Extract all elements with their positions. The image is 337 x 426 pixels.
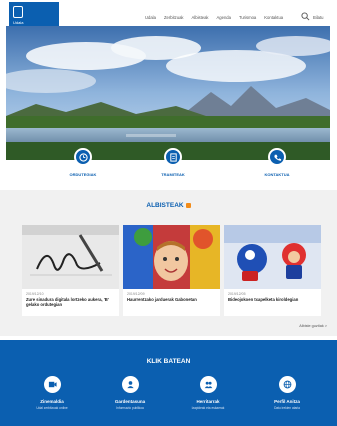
click-item-3[interactable]: Herritarrak Izapideak eta eskaerak [168, 376, 248, 410]
click-item-subtitle: Informazio publikoa [116, 406, 144, 410]
click-item-title: Perfil Anitza [274, 399, 300, 404]
news-title: ALBISTEAK [146, 202, 184, 209]
news-image-child [123, 225, 220, 289]
document-icon [164, 148, 182, 166]
click-item-subtitle: Datu irekien ataria [274, 406, 300, 410]
nav-item-zerbitzuak[interactable]: Zerbitzuak [164, 15, 184, 20]
nav-item-kontaktua[interactable]: Kontaktua [264, 15, 283, 20]
news-headline[interactable]: Haurrentzako jarduerak Gabonetan [123, 297, 220, 302]
click-item-title: Herritarrak [196, 399, 220, 404]
quick-link-ordutegiak[interactable]: Ordutegiak [48, 148, 118, 177]
all-news-link[interactable]: Albiste guztiak > [299, 324, 327, 328]
user-icon [121, 376, 139, 393]
nav-item-turismoa[interactable]: Turismoa [239, 15, 256, 20]
quick-link-label: Tramiteak [161, 172, 185, 177]
quick-links: Ordutegiak Tramiteak Kontaktua [0, 148, 337, 184]
news-card[interactable]: 2019/12/09 Haurrentzako jarduerak Gabone… [123, 225, 220, 316]
news-heading: ALBISTEAK [0, 202, 337, 209]
quick-link-label: Kontaktua [264, 172, 290, 177]
nav-item-udala[interactable]: Udala [145, 15, 156, 20]
quick-link-label: Ordutegiak [69, 172, 97, 177]
news-image-signature [22, 225, 119, 289]
search-icon[interactable] [301, 12, 310, 21]
news-date: 2019/12/09 [127, 292, 145, 296]
click-item-subtitle: Izapideak eta eskaerak [191, 406, 225, 410]
people-icon [199, 376, 217, 393]
click-item-title: Gardentasuna [114, 399, 146, 404]
film-icon [43, 376, 61, 393]
news-card[interactable]: 2019/12/10 Zure sinadura digitala lortze… [22, 225, 119, 316]
click-item-2[interactable]: Gardentasuna Informazio publikoa [90, 376, 170, 410]
news-date: 2019/12/10 [26, 292, 44, 296]
click-item-subtitle: Udal zerbitzuak online [36, 406, 68, 410]
coat-of-arms-icon [13, 6, 23, 18]
phone-icon [268, 148, 286, 166]
quick-link-tramiteak[interactable]: Tramiteak [138, 148, 208, 177]
news-section: ALBISTEAK 2019/12/10 Zure sinadura digit… [0, 190, 337, 336]
news-card[interactable]: 2019/12/05 Bideojokoen txapelketa kirold… [224, 225, 321, 316]
news-date: 2019/12/05 [228, 292, 246, 296]
news-image-games [224, 225, 321, 289]
search-label[interactable]: Bilatu [313, 15, 323, 20]
news-headline[interactable]: Bideojokoen txapelketa kiroldegian [224, 297, 321, 302]
nav-item-agenda[interactable]: Agenda [217, 15, 231, 20]
news-headline[interactable]: Zure sinadura digitala lortzeko aukera, … [22, 297, 119, 307]
nav-item-albisteak[interactable]: Albisteak [192, 15, 209, 20]
click-item-title: Zinemaldia [40, 399, 64, 404]
main-nav: Udala Zerbitzuak Albisteak Agenda Turism… [145, 15, 283, 20]
click-item-1[interactable]: Zinemaldia Udal zerbitzuak online [12, 376, 92, 410]
rss-icon[interactable] [185, 202, 191, 208]
click-section-title: KLIK BATEAN [146, 358, 191, 365]
globe-icon [278, 376, 296, 393]
hero-image [6, 26, 330, 160]
click-section: KLIK BATEAN Zinemaldia Udal zerbitzuak o… [0, 340, 337, 426]
clock-icon [74, 148, 92, 166]
quick-link-kontaktua[interactable]: Kontaktua [242, 148, 312, 177]
site-name: Udala [13, 20, 24, 25]
click-item-4[interactable]: Perfil Anitza Datu irekien ataria [247, 376, 327, 410]
